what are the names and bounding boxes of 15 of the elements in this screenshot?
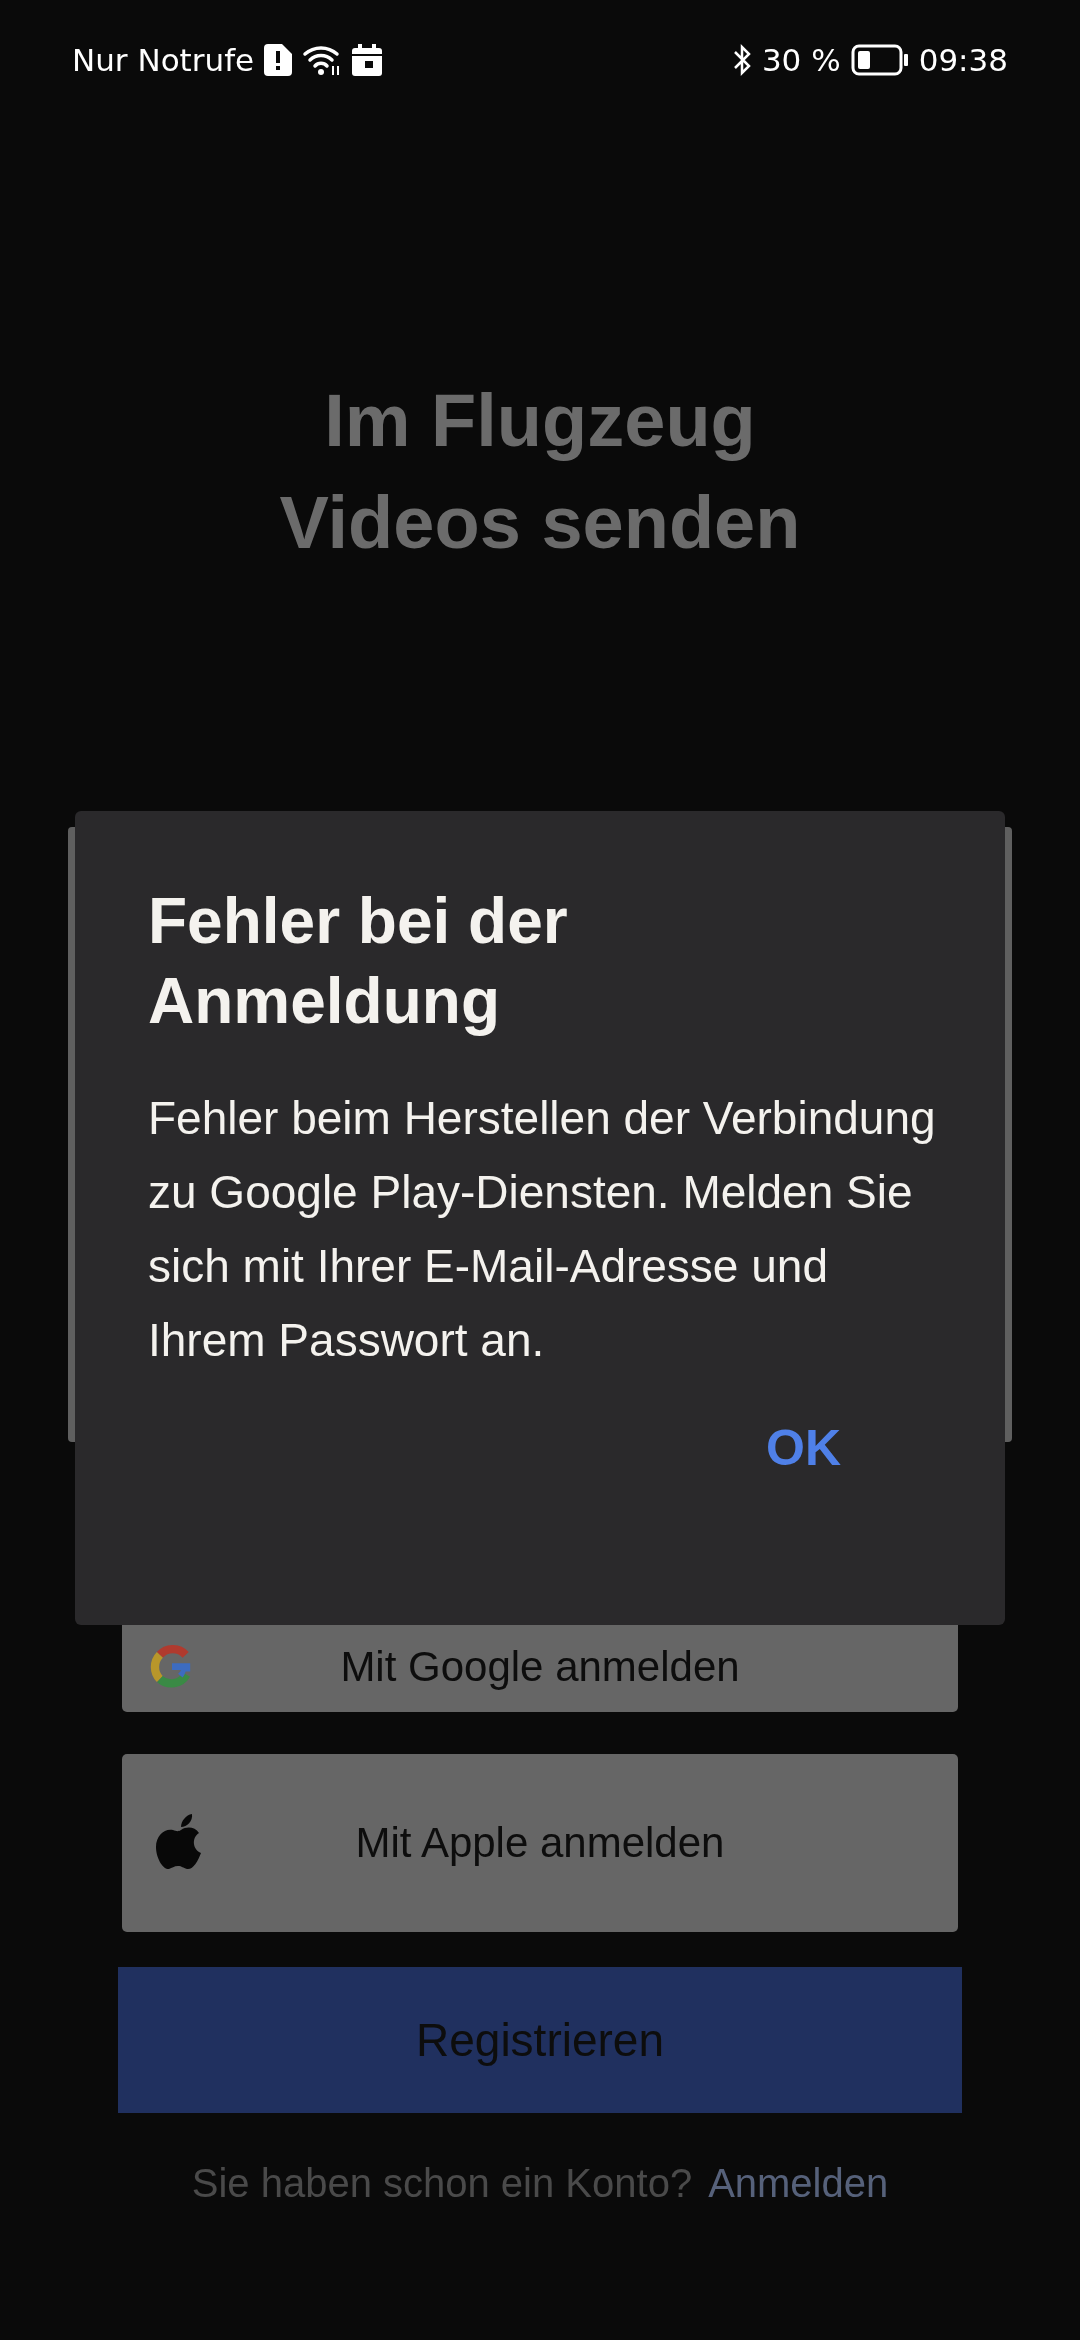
apple-signin-button[interactable]: Mit Apple anmelden	[122, 1754, 958, 1932]
dialog-title: Fehler bei der Anmeldung	[148, 884, 569, 1039]
clock-time: 09:38	[918, 42, 1008, 78]
battery-percent: 30 %	[761, 42, 841, 78]
dialog-message: Fehler beim Herstellen der Verbindung zu Google Play-Diensten. Melden Sie sich mit Ihrer E-Mail-Adresse und Ihrem Passwort an.	[148, 1091, 937, 1368]
calendar-icon	[352, 44, 383, 76]
sim-alert-icon	[264, 44, 293, 76]
battery-icon	[850, 44, 909, 76]
ok-button[interactable]: OK	[760, 1415, 847, 1481]
login-link[interactable]: Anmelden	[708, 2161, 889, 2206]
bluetooth-icon	[731, 42, 752, 78]
google-signin-button[interactable]: Mit Google anmelden	[122, 1622, 958, 1712]
headline: Im Flugzeug Videos senden	[278, 378, 802, 566]
account-question: Sie haben schon ein Konto?	[191, 2161, 693, 2206]
carrier-text: Nur Notrufe	[72, 42, 255, 78]
